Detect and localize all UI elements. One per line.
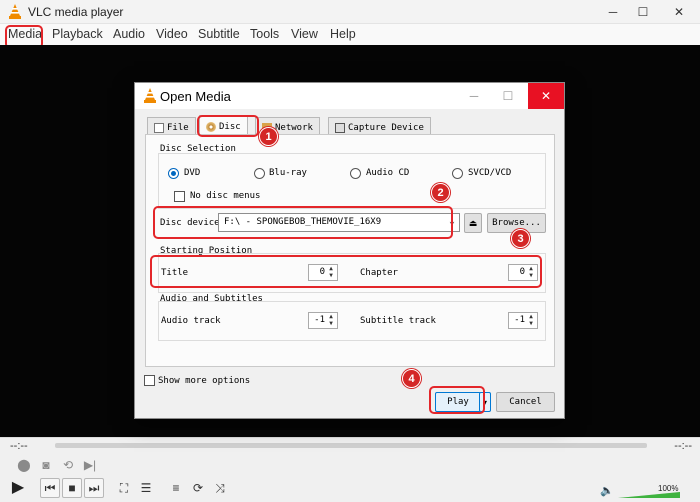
menu-tools[interactable]: Tools (250, 27, 279, 41)
dialog-maximize-button[interactable]: ☐ (493, 83, 523, 109)
dvd-label: DVD (184, 168, 201, 178)
fullscreen-icon[interactable]: ⛶ (114, 478, 134, 498)
play-icon[interactable]: ▶ (8, 477, 28, 497)
eject-button[interactable]: ⏏ (464, 213, 482, 233)
maximize-button[interactable]: ☐ (626, 0, 660, 24)
playback-controls: --:-- --:-- ⬤ ◙ ⟲ ▶| ▶ ⏮ ■ ⏭ ⛶ ☰ ≡ ⟳ ⤨ 🔈… (0, 437, 700, 502)
remaining-time: --:-- (674, 440, 692, 452)
file-icon (154, 122, 164, 133)
capture-icon (335, 122, 345, 133)
menu-playback[interactable]: Playback (52, 27, 103, 41)
dialog-title: Open Media (160, 89, 231, 104)
no-disc-menus-checkbox[interactable] (174, 191, 185, 202)
menu-video[interactable]: Video (156, 27, 188, 41)
disc-device-highlight (153, 206, 453, 239)
loop-icon[interactable]: ⟳ (188, 478, 208, 498)
dialog-title-bar: Open Media ─ ☐ ✕ (135, 83, 564, 109)
menu-help[interactable]: Help (330, 27, 356, 41)
vlc-cone-icon (144, 88, 156, 103)
disc-tab-highlight (197, 115, 259, 137)
audio-cd-label: Audio CD (366, 168, 410, 178)
vlc-cone-icon (9, 4, 21, 19)
seek-bar[interactable] (55, 443, 647, 448)
step-badge-4: 4 (402, 369, 421, 388)
menu-subtitle[interactable]: Subtitle (198, 27, 240, 41)
window-title: VLC media player (28, 5, 124, 19)
menu-audio[interactable]: Audio (113, 27, 145, 41)
minimize-button[interactable]: ─ (596, 0, 630, 24)
dvd-radio[interactable] (168, 168, 179, 179)
starting-position-highlight (150, 255, 542, 288)
loop-ab-icon[interactable]: ⟲ (58, 455, 78, 475)
extended-settings-icon[interactable]: ☰ (136, 478, 156, 498)
eject-icon: ⏏ (468, 217, 478, 228)
previous-icon[interactable]: ⏮ (40, 478, 60, 498)
audio-track-spinbox[interactable]: -1 ▲ ▼ (308, 312, 338, 329)
svcd-radio[interactable] (452, 168, 463, 179)
next-icon[interactable]: ⏭ (84, 478, 104, 498)
step-badge-2: 2 (431, 183, 450, 202)
dialog-minimize-button[interactable]: ─ (459, 83, 489, 109)
dialog-close-button[interactable]: ✕ (528, 83, 564, 109)
cancel-button[interactable]: Cancel (496, 392, 555, 412)
frame-step-icon[interactable]: ▶| (80, 455, 100, 475)
svcd-label: SVCD/VCD (468, 168, 512, 178)
speaker-icon[interactable]: 🔈 (597, 480, 617, 500)
elapsed-time: --:-- (10, 440, 28, 452)
title-bar: VLC media player ─ ☐ ✕ (0, 0, 700, 24)
spin-arrows-icon[interactable]: ▲ ▼ (526, 313, 536, 328)
play-button-highlight (429, 386, 485, 414)
audio-track-label: Audio track (161, 316, 221, 326)
playlist-icon[interactable]: ≡ (166, 478, 186, 498)
volume-slider[interactable] (618, 492, 680, 498)
snapshot-icon[interactable]: ◙ (36, 455, 56, 475)
spin-arrows-icon[interactable]: ▲ ▼ (326, 313, 336, 328)
bluray-label: Blu-ray (269, 168, 307, 178)
bluray-radio[interactable] (254, 168, 265, 179)
audio-cd-radio[interactable] (350, 168, 361, 179)
menu-bar: Media Playback Audio Video Subtitle Tool… (0, 24, 700, 45)
subtitle-track-spinbox[interactable]: -1 ▲ ▼ (508, 312, 538, 329)
record-icon[interactable]: ⬤ (14, 455, 34, 475)
shuffle-icon[interactable]: ⤨ (210, 478, 230, 498)
stop-icon[interactable]: ■ (62, 478, 82, 498)
menu-view[interactable]: View (291, 27, 318, 41)
disc-panel: Disc Selection DVD Blu-ray Audio CD SVCD… (145, 134, 555, 367)
subtitle-track-label: Subtitle track (360, 316, 436, 326)
show-more-options-checkbox[interactable] (144, 375, 155, 386)
step-badge-1: 1 (259, 127, 278, 146)
step-badge-3: 3 (511, 229, 530, 248)
no-disc-menus-label: No disc menus (190, 191, 261, 201)
show-more-options-label: Show more options (158, 376, 251, 386)
close-button[interactable]: ✕ (662, 0, 696, 24)
